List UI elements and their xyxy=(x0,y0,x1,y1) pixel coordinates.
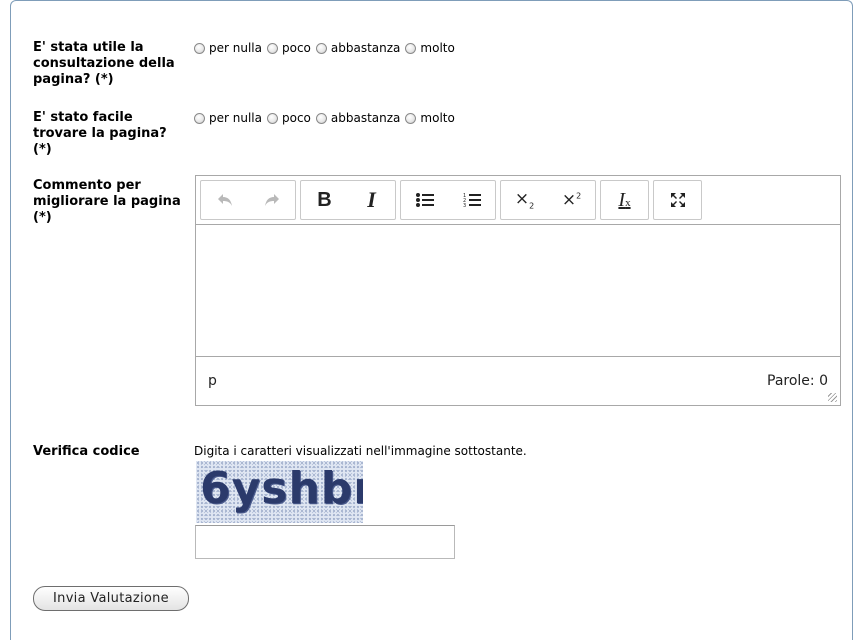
q2-option-per-nulla[interactable]: per nulla xyxy=(194,110,262,126)
maximize-button[interactable] xyxy=(654,181,701,219)
option-label: abbastanza xyxy=(330,111,401,125)
resize-handle-icon[interactable] xyxy=(828,393,837,402)
numbered-list-icon: 1 2 3 xyxy=(463,193,481,208)
q1-option-molto[interactable]: molto xyxy=(405,40,455,56)
question-2-options: per nulla poco abbastanza molto xyxy=(194,110,460,126)
option-label: molto xyxy=(420,41,455,55)
bullet-list-button[interactable] xyxy=(401,181,448,219)
captcha-instruction: Digita i caratteri visualizzati nell'imm… xyxy=(194,444,527,458)
question-1-label-line: E' stata utile la xyxy=(33,40,144,55)
italic-button[interactable]: I xyxy=(348,181,395,219)
radio-button[interactable] xyxy=(405,112,417,124)
question-1-options: per nulla poco abbastanza molto xyxy=(194,40,460,56)
word-count: Parole: 0 xyxy=(767,373,828,389)
script-group: ×2 ×2 xyxy=(500,180,596,220)
superscript-button[interactable]: ×2 xyxy=(548,181,595,219)
option-label: poco xyxy=(281,111,311,125)
option-label: per nulla xyxy=(209,41,262,55)
submit-button[interactable]: Invia Valutazione xyxy=(33,586,189,611)
question-1-label: E' stata utile la consultazione della pa… xyxy=(33,40,193,88)
q1-option-per-nulla[interactable]: per nulla xyxy=(194,40,262,56)
italic-icon: I xyxy=(367,187,376,212)
radio-button[interactable] xyxy=(315,112,327,124)
radio-button[interactable] xyxy=(315,42,327,54)
remove-format-icon: Ix xyxy=(618,188,631,211)
radio-button[interactable] xyxy=(266,112,278,124)
history-group xyxy=(200,180,296,220)
question-1-label-line: pagina? (*) xyxy=(33,72,114,87)
clear-group: Ix xyxy=(600,180,649,220)
captcha-input[interactable] xyxy=(195,525,455,559)
option-label: poco xyxy=(281,41,311,55)
editor-content-area[interactable] xyxy=(196,225,840,356)
q2-option-poco[interactable]: poco xyxy=(266,110,311,126)
question-2-label-line: E' stato facile xyxy=(33,110,133,125)
q1-option-abbastanza[interactable]: abbastanza xyxy=(315,40,401,56)
view-group xyxy=(653,180,702,220)
option-label: per nulla xyxy=(209,111,262,125)
bold-icon: B xyxy=(317,188,332,211)
question-2-label: E' stato facile trovare la pagina? (*) xyxy=(33,110,193,158)
q2-option-molto[interactable]: molto xyxy=(405,110,455,126)
format-group: B I xyxy=(300,180,396,220)
maximize-icon xyxy=(670,193,685,207)
subscript-icon: ×2 xyxy=(514,189,535,211)
comment-label-line: (*) xyxy=(33,210,52,225)
radio-button[interactable] xyxy=(194,42,205,54)
editor-statusbar: p Parole: 0 xyxy=(196,356,840,405)
option-label: molto xyxy=(420,111,455,125)
element-path[interactable]: p xyxy=(208,373,217,389)
radio-button[interactable] xyxy=(194,112,205,124)
q2-option-abbastanza[interactable]: abbastanza xyxy=(315,110,401,126)
list-group: 1 2 3 xyxy=(400,180,496,220)
rich-text-editor: B I 1 2 3 ×2 ×2 Ix p Parole: 0 xyxy=(195,175,841,406)
redo-button[interactable] xyxy=(248,181,295,219)
comment-label-line: migliorare la pagina xyxy=(33,194,181,209)
redo-icon xyxy=(264,194,279,206)
question-1-label-line: consultazione della xyxy=(33,56,175,71)
captcha-image-text: 6yshbr xyxy=(200,463,363,514)
superscript-icon: ×2 xyxy=(561,190,582,210)
radio-button[interactable] xyxy=(266,42,278,54)
question-2-label-line: (*) xyxy=(33,142,52,157)
captcha-image: 6yshbr xyxy=(196,461,363,523)
bold-button[interactable]: B xyxy=(301,181,348,219)
question-2-label-line: trovare la pagina? xyxy=(33,126,167,141)
radio-button[interactable] xyxy=(405,42,417,54)
editor-toolbar: B I 1 2 3 ×2 ×2 Ix xyxy=(196,176,840,225)
option-label: abbastanza xyxy=(330,41,401,55)
comment-label-line: Commento per xyxy=(33,178,141,193)
svg-text:3: 3 xyxy=(463,203,466,208)
undo-button[interactable] xyxy=(201,181,248,219)
numbered-list-button[interactable]: 1 2 3 xyxy=(448,181,495,219)
q1-option-poco[interactable]: poco xyxy=(266,40,311,56)
undo-icon xyxy=(217,194,232,206)
captcha-label: Verifica codice xyxy=(33,444,140,459)
remove-format-button[interactable]: Ix xyxy=(601,181,648,219)
comment-label: Commento per migliorare la pagina (*) xyxy=(33,178,193,226)
subscript-button[interactable]: ×2 xyxy=(501,181,548,219)
bullet-list-icon xyxy=(415,193,434,207)
